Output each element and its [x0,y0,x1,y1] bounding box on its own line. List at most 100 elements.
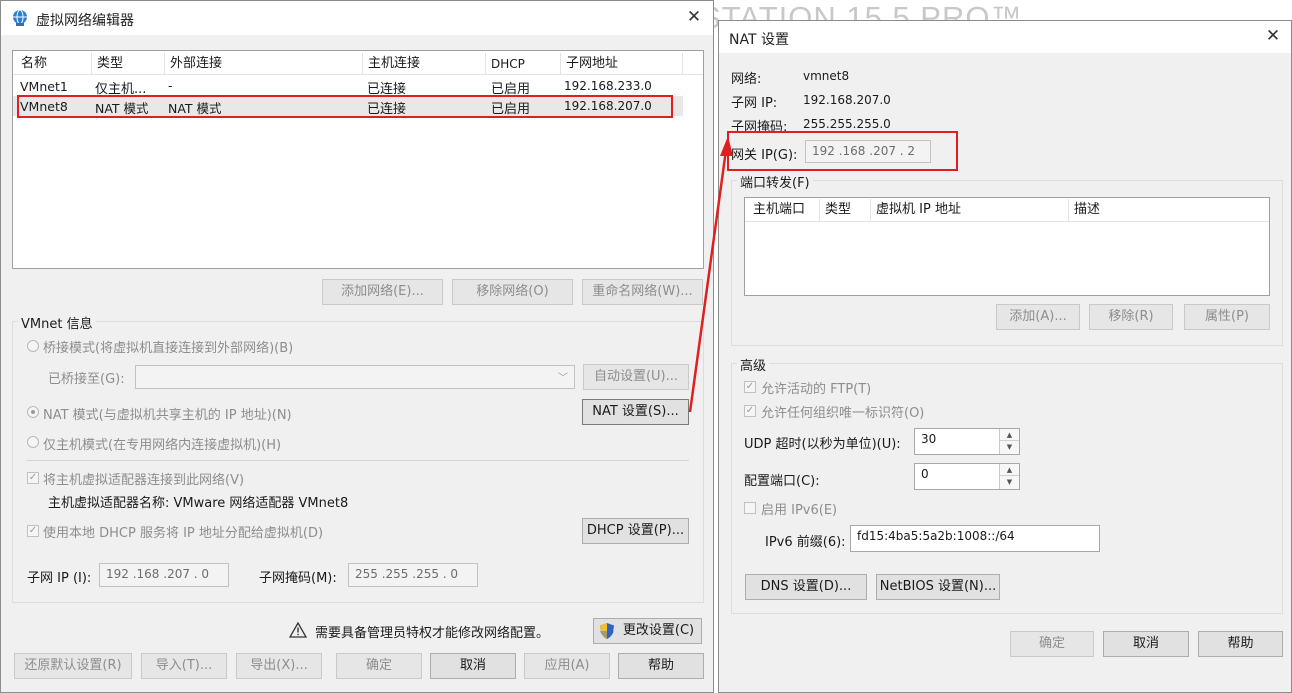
vmnet-info-label: VMnet 信息 [18,313,96,332]
subnet-ip-label: 子网 IP: [731,96,778,111]
column-header-dhcp[interactable]: DHCP [486,53,561,75]
export-button[interactable]: 导出(X)... [236,653,322,679]
adapter-name-label: 主机虚拟适配器名称: VMware 网络适配器 VMnet8 [48,496,349,511]
nat-mode-radio[interactable] [27,406,39,418]
column-header-external[interactable]: 外部连接 [165,53,363,75]
nat-settings-button[interactable]: NAT 设置(S)... [582,399,689,425]
netbios-settings-button[interactable]: NetBIOS 设置(N)... [876,574,1000,600]
dhcp-label[interactable]: 使用本地 DHCP 服务将 IP 地址分配给虚拟机(D) [43,522,323,541]
cancel-button[interactable]: 取消 [430,653,516,679]
spinner-up-icon[interactable]: ▲ [1000,429,1019,441]
config-port-label: 配置端口(C): [744,474,820,489]
column-header-type[interactable]: 类型 [820,199,871,221]
nat-title: NAT 设置 [729,32,789,48]
udp-timeout-stepper[interactable]: 30 ▲ ▼ [914,428,1020,455]
bridged-to-label: 已桥接至(G): [48,372,125,387]
network-value: vmnet8 [803,69,850,83]
help-button[interactable]: 帮助 [618,653,704,679]
row-external: - [168,78,173,93]
ipv6-prefix-field[interactable]: fd15:4ba5:5a2b:1008::/64 [850,525,1100,552]
pf-add-button[interactable]: 添加(A)... [996,304,1080,330]
subnet-ip-value: 192.168.207.0 [803,93,891,107]
column-header-description[interactable]: 描述 [1069,199,1267,221]
dhcp-settings-button[interactable]: DHCP 设置(P)... [582,518,689,544]
auto-settings-button[interactable]: 自动设置(U)... [583,364,689,390]
network-globe-icon [11,9,29,27]
rename-network-button[interactable]: 重命名网络(W)... [582,279,703,305]
nat-settings-window: NAT 设置 ✕ 网络: vmnet8 子网 IP: 192.168.207.0… [718,20,1292,693]
host-only-label[interactable]: 仅主机模式(在专用网络内连接虚拟机)(H) [43,434,281,453]
network-label: 网络: [731,72,762,87]
connect-adapter-checkbox[interactable]: ✓ [27,472,39,484]
dropdown-chevron-icon: ﹀ [558,373,568,384]
subnet-ip-field[interactable]: 192 .168 .207 . 0 [99,563,229,587]
allow-oui-checkbox[interactable]: ✓ [744,405,756,417]
vmnet8-highlight-box [17,95,673,118]
row-subnet: 192.168.233.0 [564,79,652,93]
add-network-button[interactable]: 添加网络(E)... [322,279,443,305]
gateway-highlight-box [727,131,958,171]
connect-adapter-label[interactable]: 将主机虚拟适配器连接到此网络(V) [43,469,244,488]
bridged-mode-label[interactable]: 桥接模式(将虚拟机直接连接到外部网络)(B) [43,337,293,356]
dhcp-checkbox[interactable]: ✓ [27,525,39,537]
column-header-name[interactable]: 名称 [16,53,92,75]
admin-notice-text: 需要具备管理员特权才能修改网络配置。 [315,626,550,641]
ipv6-prefix-label: IPv6 前缀(6): [765,535,846,550]
udp-timeout-label: UDP 超时(以秒为单位)(U): [744,437,901,452]
virtual-network-editor-window: 虚拟网络编辑器 ✕ 名称 类型 外部连接 主机连接 DHCP 子网地址 VMne… [0,0,714,693]
change-settings-button[interactable]: 更改设置(C) [593,618,702,644]
spinner-down-icon[interactable]: ▼ [1000,476,1019,488]
remove-network-button[interactable]: 移除网络(O) [452,279,573,305]
editor-titlebar: 虚拟网络编辑器 ✕ [1,1,713,35]
config-port-stepper[interactable]: 0 ▲ ▼ [914,463,1020,490]
enable-ipv6-checkbox[interactable] [744,502,756,514]
bridged-mode-radio[interactable] [27,340,39,352]
column-header-vm-ip[interactable]: 虚拟机 IP 地址 [871,199,1069,221]
allow-oui-label[interactable]: 允许任何组织唯一标识符(O) [761,402,924,421]
column-header-type[interactable]: 类型 [92,53,165,75]
udp-timeout-value: 30 [921,432,937,446]
separator [26,460,689,461]
port-forwarding-header: 主机端口 类型 虚拟机 IP 地址 描述 [745,198,1269,222]
nat-mode-label[interactable]: NAT 模式(与虚拟机共享主机的 IP 地址)(N) [43,404,292,423]
host-only-radio[interactable] [27,436,39,448]
spinner-down-icon[interactable]: ▼ [1000,441,1019,453]
close-icon[interactable]: ✕ [1263,26,1283,46]
network-list[interactable]: 名称 类型 外部连接 主机连接 DHCP 子网地址 VMnet1 仅主机... … [12,50,704,269]
subnet-mask-value: 255.255.255.0 [803,117,891,131]
cancel-button[interactable]: 取消 [1103,631,1189,657]
pf-properties-button[interactable]: 属性(P) [1184,304,1270,330]
config-port-spinner[interactable]: ▲ ▼ [999,464,1019,489]
close-icon[interactable]: ✕ [684,7,704,27]
enable-ipv6-label[interactable]: 启用 IPv6(E) [761,499,837,518]
advanced-label: 高级 [737,355,770,374]
allow-ftp-label[interactable]: 允许活动的 FTP(T) [761,378,871,397]
ok-button[interactable]: 确定 [1010,631,1094,657]
subnet-ip-label: 子网 IP (I): [27,571,92,586]
dns-settings-button[interactable]: DNS 设置(D)... [745,574,867,600]
ok-button[interactable]: 确定 [336,653,422,679]
port-forwarding-list[interactable]: 主机端口 类型 虚拟机 IP 地址 描述 [744,197,1270,296]
column-header-host-port[interactable]: 主机端口 [748,199,820,221]
column-header-host[interactable]: 主机连接 [363,53,486,75]
spinner-up-icon[interactable]: ▲ [1000,464,1019,476]
table-row[interactable]: VMnet1 仅主机... - 已连接 已启用 192.168.233.0 [13,77,683,97]
shield-icon [599,622,615,640]
change-settings-label: 更改设置(C) [622,623,695,638]
row-name: VMnet1 [20,79,68,94]
editor-title: 虚拟网络编辑器 [36,13,134,29]
bridged-to-select[interactable]: ﹀ [135,365,575,389]
port-forwarding-label: 端口转发(F) [737,172,813,191]
column-header-subnet[interactable]: 子网地址 [561,53,683,75]
help-button[interactable]: 帮助 [1198,631,1283,657]
nat-titlebar: NAT 设置 ✕ [719,21,1291,53]
import-button[interactable]: 导入(T)... [141,653,227,679]
udp-spinner[interactable]: ▲ ▼ [999,429,1019,454]
pf-remove-button[interactable]: 移除(R) [1089,304,1173,330]
config-port-value: 0 [921,467,929,481]
restore-defaults-button[interactable]: 还原默认设置(R) [14,653,132,679]
allow-ftp-checkbox[interactable]: ✓ [744,381,756,393]
subnet-mask-field[interactable]: 255 .255 .255 . 0 [348,563,478,587]
subnet-mask-label: 子网掩码(M): [259,571,337,586]
apply-button[interactable]: 应用(A) [524,653,610,679]
